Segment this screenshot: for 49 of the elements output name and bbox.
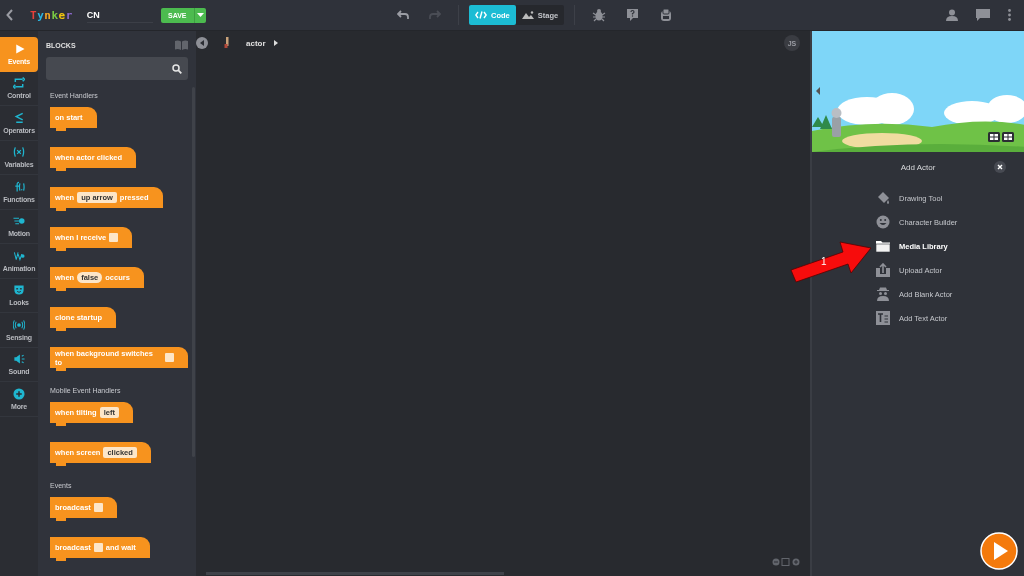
caret-icon (200, 40, 204, 46)
loop-icon (13, 77, 25, 90)
function-icon (13, 180, 25, 193)
plus-icon (13, 387, 25, 400)
search-field[interactable] (46, 57, 188, 80)
undo-icon[interactable] (397, 10, 409, 20)
variable-icon (13, 146, 25, 159)
more-icon[interactable] (1008, 9, 1011, 21)
chat-icon[interactable] (976, 9, 990, 21)
caret-icon (196, 13, 204, 17)
close-icon[interactable] (994, 161, 1006, 173)
paint-bucket-icon (876, 191, 890, 205)
help-icon[interactable] (626, 8, 640, 22)
signal-icon (13, 318, 25, 331)
caret-icon (273, 40, 278, 46)
collapse-button[interactable] (196, 37, 208, 49)
zoom-controls-icon[interactable] (772, 558, 800, 566)
code-icon (475, 11, 487, 19)
grid-large-icon[interactable] (1002, 132, 1014, 142)
animation-icon (13, 249, 25, 262)
actor-icon[interactable] (224, 37, 230, 49)
user-icon[interactable] (946, 9, 958, 21)
mask-icon (13, 284, 25, 297)
mountain-icon (521, 11, 534, 19)
search-icon[interactable] (172, 63, 182, 74)
book-icon[interactable] (175, 40, 188, 50)
bug-icon[interactable] (592, 8, 607, 22)
input-slot[interactable] (93, 503, 103, 512)
speaker-icon (13, 353, 25, 366)
play-icon (13, 42, 25, 55)
play-button-icon[interactable] (980, 532, 1018, 570)
folder-icon (876, 239, 890, 253)
text-box-icon (876, 311, 890, 325)
robot-icon[interactable] (659, 8, 674, 22)
upload-icon (876, 263, 890, 277)
back-icon[interactable] (6, 9, 14, 21)
caret-icon[interactable] (816, 87, 820, 95)
input-slot[interactable] (165, 353, 174, 362)
panel-title: Add Actor (900, 162, 936, 172)
annotation-label: 1 (821, 256, 827, 267)
smiley-icon (876, 215, 890, 229)
grid-small-icon[interactable] (988, 132, 1000, 142)
input-slot[interactable] (93, 543, 103, 552)
logo[interactable]: Tynker (30, 8, 73, 22)
breadcrumb-link[interactable]: actor (246, 38, 266, 48)
input-slot[interactable] (109, 233, 119, 242)
less-equal-icon (13, 111, 25, 124)
project-name-field[interactable]: CN (86, 7, 153, 23)
incognito-icon (876, 287, 890, 301)
